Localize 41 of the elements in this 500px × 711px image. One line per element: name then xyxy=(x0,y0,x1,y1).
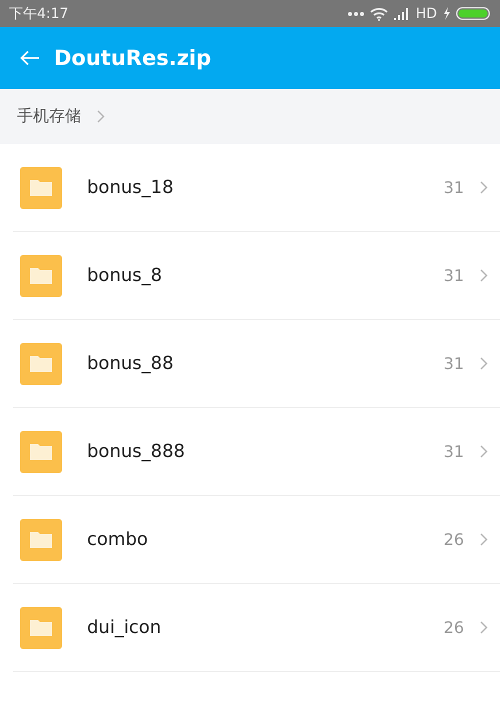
wifi-icon xyxy=(370,6,388,20)
chevron-right-icon xyxy=(480,621,488,634)
chevron-right-icon xyxy=(97,110,105,123)
window-title: DoutuRes.zip xyxy=(54,46,212,70)
breadcrumb-item[interactable]: 手机存储 xyxy=(17,106,81,127)
folder-name: combo xyxy=(87,529,149,550)
folder-row[interactable]: bonus_88 31 xyxy=(13,320,500,408)
folder-row[interactable]: bonus_8 31 xyxy=(13,232,500,320)
folder-row[interactable]: bonus_18 31 xyxy=(13,144,500,232)
folder-icon xyxy=(20,166,62,208)
folder-name: bonus_18 xyxy=(87,177,175,198)
more-icon xyxy=(348,12,364,16)
item-count: 31 xyxy=(444,354,464,373)
folder-name: dui_icon xyxy=(87,617,162,638)
chevron-right-icon xyxy=(480,357,488,370)
folder-icon xyxy=(20,606,62,648)
folder-name: bonus_888 xyxy=(87,441,186,462)
folder-name: bonus_8 xyxy=(87,265,164,286)
item-count: 31 xyxy=(444,178,464,197)
battery-icon xyxy=(456,7,490,20)
folder-icon xyxy=(20,254,62,296)
network-type: HD xyxy=(416,6,437,22)
chevron-right-icon xyxy=(480,533,488,546)
folder-name: bonus_88 xyxy=(87,353,175,374)
signal-icon xyxy=(394,8,410,20)
folder-row[interactable]: bonus_888 31 xyxy=(13,408,500,496)
charging-icon xyxy=(443,7,450,20)
folder-icon xyxy=(20,342,62,384)
item-count: 31 xyxy=(444,442,464,461)
back-button[interactable] xyxy=(20,50,40,66)
folder-icon xyxy=(20,430,62,472)
chevron-right-icon xyxy=(480,269,488,282)
chevron-right-icon xyxy=(480,445,488,458)
folder-icon xyxy=(20,518,62,560)
chevron-right-icon xyxy=(480,181,488,194)
clock-time: 下午4:17 xyxy=(9,4,68,22)
item-count: 26 xyxy=(444,530,464,549)
folder-row[interactable]: dui_icon 26 xyxy=(13,584,500,672)
item-count: 31 xyxy=(444,266,464,285)
folder-row[interactable]: combo 26 xyxy=(13,496,500,584)
item-count: 26 xyxy=(444,618,464,637)
